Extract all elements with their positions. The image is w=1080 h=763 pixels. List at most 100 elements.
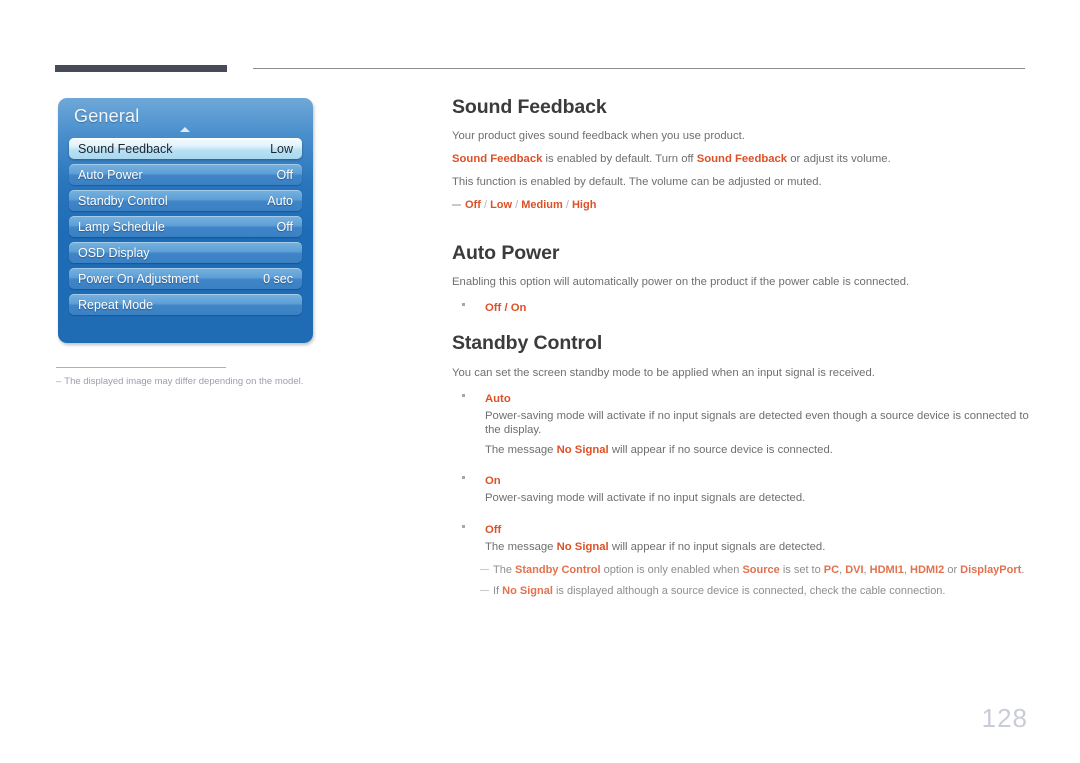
osd-footnote-dash: – [56, 376, 62, 387]
bullet-standby-on: On [452, 471, 1038, 489]
paragraph: Sound Feedback is enabled by default. Tu… [452, 152, 1038, 166]
note-options-sound-feedback: Off / Low / Medium / High [452, 198, 1038, 212]
bullet-dot-icon [462, 476, 465, 480]
section-standby-control: Standby Control You can set the screen s… [452, 332, 1038, 598]
option-off: Off [465, 199, 481, 212]
inline-highlight: Sound Feedback [696, 153, 788, 166]
osd-menu-item-osd-display[interactable]: OSD Display [69, 242, 302, 263]
osd-menu-item-repeat-mode[interactable]: Repeat Mode [69, 294, 302, 315]
header-accent-rule [55, 65, 227, 72]
option-sep: / [512, 199, 522, 212]
note-standby-source: The Standby Control option is only enabl… [480, 563, 1038, 577]
osd-menu-title: General [74, 106, 140, 126]
option-sep: / [562, 199, 572, 212]
osd-item-label: Sound Feedback [78, 141, 173, 156]
bullet-term: On [485, 475, 501, 488]
bullet-auto-power-options: Off / On [452, 298, 1038, 316]
inline-highlight: No Signal [502, 584, 553, 597]
osd-item-value: Low [270, 141, 293, 156]
inline-highlight: Standby Control [515, 563, 601, 576]
osd-item-label: Lamp Schedule [78, 219, 165, 234]
page-number: 128 [981, 703, 1028, 733]
section-body: You can set the screen standby mode to b… [452, 366, 1038, 599]
header-divider-rule [253, 68, 1025, 69]
inline-text: The message [485, 443, 557, 456]
osd-item-value: 0 sec [263, 271, 293, 286]
bullet-standby-off: Off [452, 520, 1038, 538]
inline-highlight: No Signal [556, 541, 609, 554]
chevron-up-icon[interactable] [180, 127, 190, 132]
bullet-detail-standby-off: The message No Signal will appear if no … [452, 540, 1038, 554]
bullet-term: Off [485, 523, 502, 536]
bullet-spacer [452, 511, 1038, 520]
bullet-dot-icon [462, 302, 465, 306]
osd-item-value: Off [276, 167, 293, 182]
inline-highlight: Source [742, 563, 780, 576]
inline-text: is displayed although a source device is… [552, 584, 946, 597]
paragraph: The message No Signal will appear if no … [485, 443, 1038, 457]
paragraph: Power-saving mode will activate if no in… [485, 492, 806, 505]
inline-highlight: No Signal [556, 443, 609, 456]
inline-text: The message [485, 541, 557, 554]
osd-menu-item-sound-feedback[interactable]: Sound Feedback Low [69, 138, 302, 159]
bullet-dot-icon [462, 524, 465, 528]
inline-text: will appear if no input signals are dete… [608, 541, 826, 554]
inline-text: or adjust its volume. [787, 153, 891, 166]
paragraph: You can set the screen standby mode to b… [452, 366, 875, 379]
manual-content-column: Sound Feedback Your product gives sound … [452, 96, 1038, 605]
osd-menu-item-standby-control[interactable]: Standby Control Auto [69, 190, 302, 211]
bullet-standby-auto: Auto [452, 389, 1038, 407]
osd-item-value: Off [276, 219, 293, 234]
inline-highlight: HDMI1 [869, 563, 904, 576]
note-dash-icon [480, 589, 489, 592]
option-high: High [571, 199, 597, 212]
note-dash-icon [480, 568, 489, 571]
paragraph: Enabling this option will automatically … [452, 276, 910, 288]
bullet-detail-standby-auto: Power-saving mode will activate if no in… [452, 409, 1038, 457]
section-title: Auto Power [452, 241, 560, 264]
inline-highlight: DisplayPort [960, 563, 1022, 576]
bullet-term: Off / On [485, 301, 527, 314]
bullet-term: Auto [485, 392, 511, 405]
section-title: Sound Feedback [452, 96, 607, 118]
osd-item-label: Standby Control [78, 193, 168, 208]
inline-text: or [944, 563, 961, 576]
inline-highlight: HDMI2 [910, 563, 945, 576]
paragraph: Power-saving mode will activate if no in… [485, 409, 1029, 437]
inline-text: . [1021, 563, 1025, 576]
inline-text: is enabled by default. Turn off [542, 153, 697, 166]
bullet-spacer [452, 462, 1038, 471]
section-title: Standby Control [452, 332, 603, 355]
bullet-detail-standby-on: Power-saving mode will activate if no in… [452, 491, 1038, 505]
osd-item-label: Power On Adjustment [78, 271, 199, 286]
bullet-dot-icon [462, 393, 465, 397]
osd-item-label: Repeat Mode [78, 297, 154, 312]
note-dash-icon [452, 204, 461, 206]
osd-menu-item-auto-power[interactable]: Auto Power Off [69, 164, 302, 185]
osd-item-label: Auto Power [78, 167, 143, 182]
option-low: Low [490, 199, 513, 212]
paragraph: The message No Signal will appear if no … [485, 540, 1038, 554]
inline-text: is set to [779, 563, 824, 576]
inline-text: option is only enabled when [600, 563, 743, 576]
paragraph: This function is enabled by default. The… [452, 176, 822, 189]
inline-highlight: PC [823, 563, 840, 576]
inline-highlight: Sound Feedback [452, 153, 543, 166]
option-medium: Medium [521, 199, 563, 212]
osd-footnote: – The displayed image may differ dependin… [56, 376, 356, 387]
standby-notes: The Standby Control option is only enabl… [452, 563, 1038, 599]
section-auto-power: Auto Power Enabling this option will aut… [452, 242, 1038, 317]
section-sound-feedback: Sound Feedback Your product gives sound … [452, 96, 1038, 213]
osd-item-value: Auto [267, 193, 293, 208]
note-standby-no-signal: If No Signal is displayed although a sou… [480, 584, 1038, 598]
inline-text: The [493, 563, 516, 576]
section-body: Your product gives sound feedback when y… [452, 129, 1038, 212]
inline-text: If [493, 584, 503, 597]
osd-menu-item-power-on-adjustment[interactable]: Power On Adjustment 0 sec [69, 268, 302, 289]
osd-menu-item-lamp-schedule[interactable]: Lamp Schedule Off [69, 216, 302, 237]
inline-text: will appear if no source device is conne… [608, 443, 833, 456]
osd-menu-list: Sound Feedback Low Auto Power Off Standb… [69, 138, 302, 320]
inline-highlight: DVI [845, 563, 864, 576]
